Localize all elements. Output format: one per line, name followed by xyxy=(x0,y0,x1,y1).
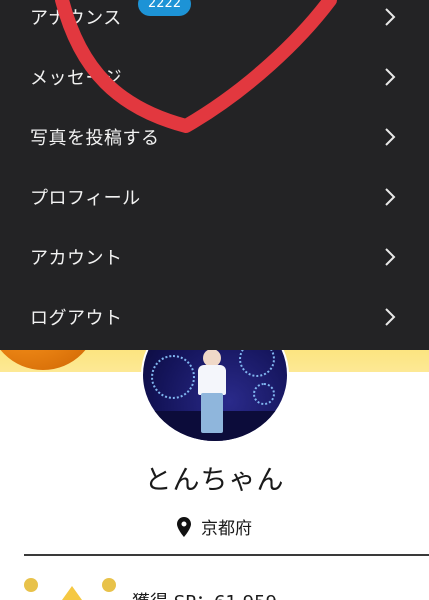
location-label: 京都府 xyxy=(201,519,252,539)
menu-item-label: アカウント xyxy=(30,248,123,269)
crown-icon xyxy=(22,574,132,600)
chevron-right-icon xyxy=(385,308,396,326)
username: とんちゃん xyxy=(144,465,285,496)
dropdown-menu: アナウンス 2222 メッセージ 写真を投稿する プロフィール アカウント ログ… xyxy=(0,0,429,350)
menu-item-label: 写真を投稿する xyxy=(30,128,160,149)
menu-item-post-photo[interactable]: 写真を投稿する xyxy=(0,107,429,167)
announce-count-badge: 2222 xyxy=(138,0,192,16)
menu-item-profile[interactable]: プロフィール xyxy=(0,167,429,227)
chevron-right-icon xyxy=(385,8,396,26)
menu-item-label: ログアウト xyxy=(30,308,123,329)
menu-item-label: アナウンス xyxy=(30,8,122,29)
menu-item-logout[interactable]: ログアウト xyxy=(0,287,429,347)
chevron-right-icon xyxy=(385,188,396,206)
chevron-right-icon xyxy=(385,68,396,86)
menu-item-label: メッセージ xyxy=(30,68,123,89)
chevron-right-icon xyxy=(385,248,396,266)
map-pin-icon xyxy=(177,516,191,537)
divider xyxy=(24,554,429,556)
menu-item-account[interactable]: アカウント xyxy=(0,227,429,287)
location-row: 京都府 xyxy=(0,514,429,539)
menu-item-announce[interactable]: アナウンス 2222 xyxy=(0,0,429,47)
menu-item-messages[interactable]: メッセージ xyxy=(0,47,429,107)
points-text: 獲得 SP：61,959 xyxy=(132,588,277,600)
chevron-right-icon xyxy=(385,128,396,146)
menu-item-label: プロフィール xyxy=(30,188,141,209)
